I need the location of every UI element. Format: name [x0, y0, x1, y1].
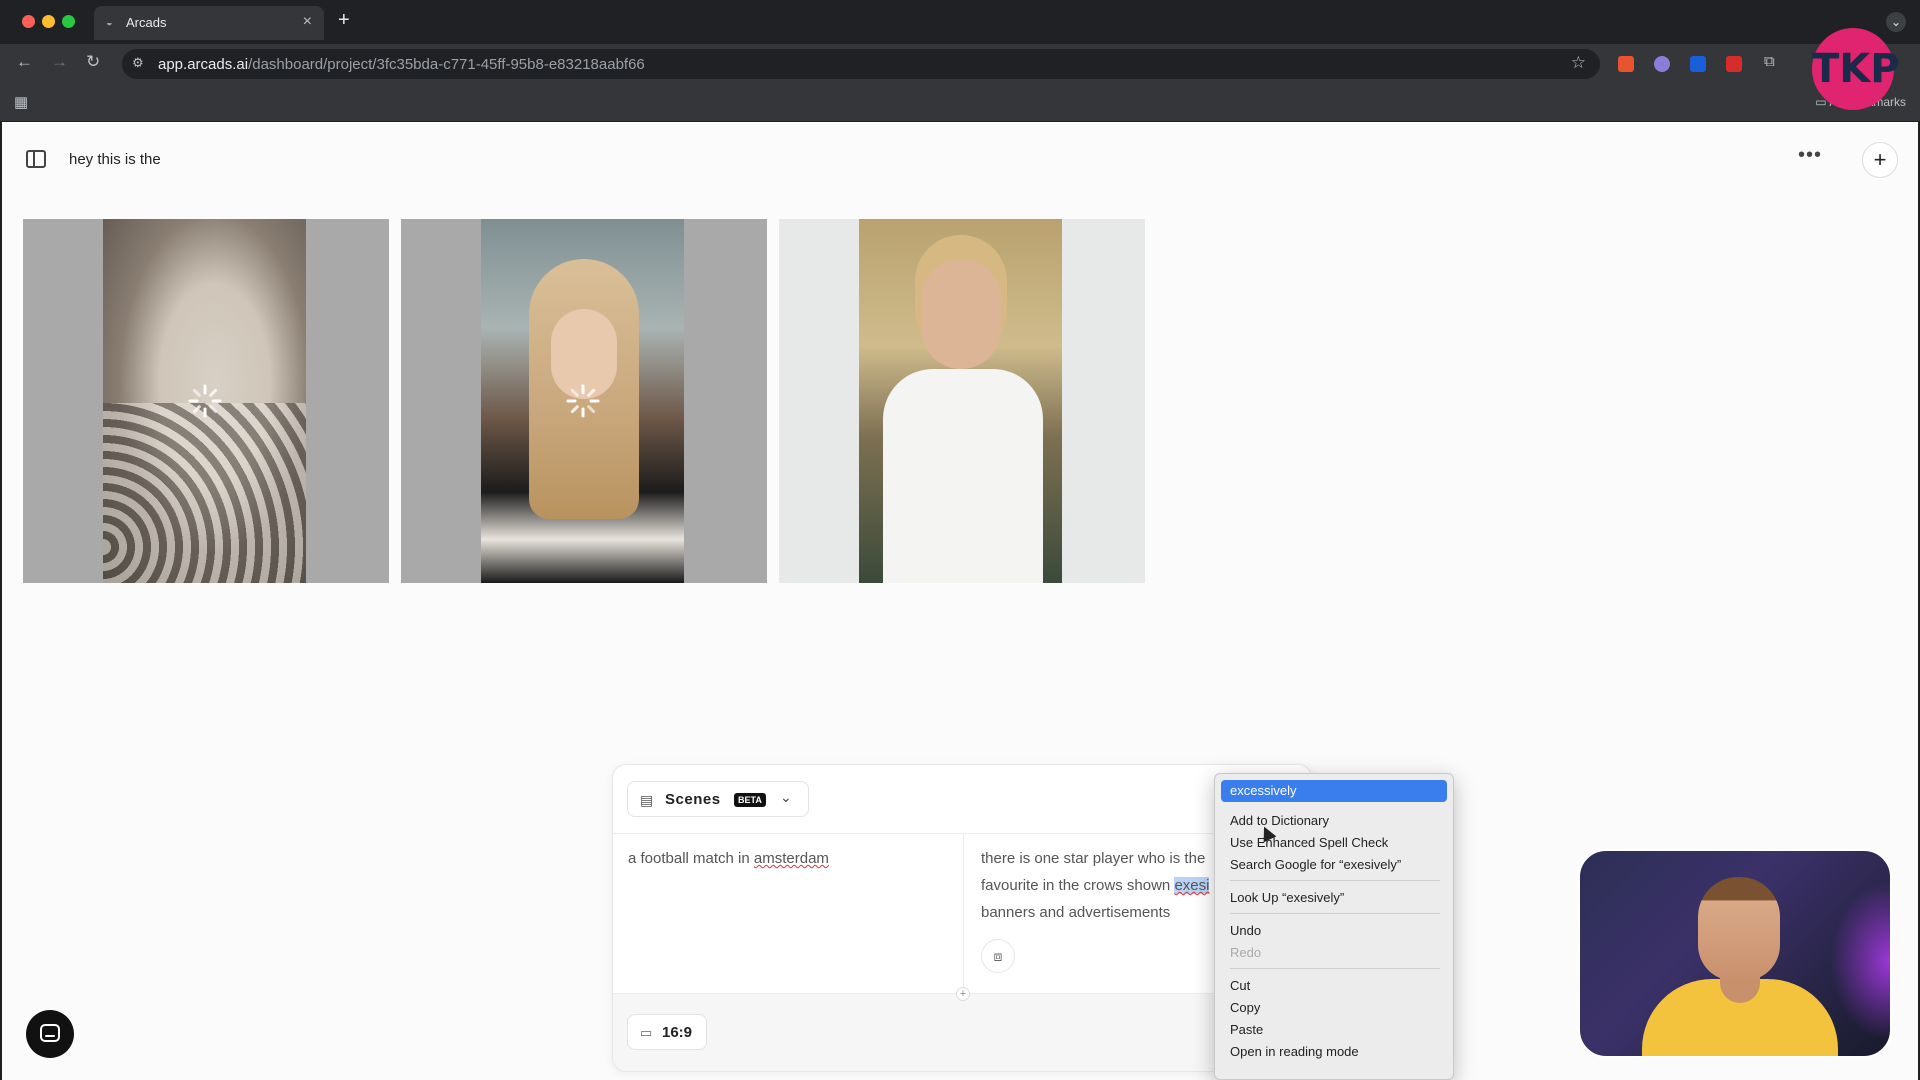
tab-close-button[interactable]: ×	[303, 13, 312, 31]
scene-1-textarea[interactable]: a football match in amsterdam	[628, 845, 948, 872]
aspect-ratio-label: 16:9	[662, 1024, 693, 1041]
context-menu: excessively Add to Dictionary Use Enhanc…	[1214, 773, 1454, 1080]
maximize-window-button[interactable]	[62, 15, 75, 28]
tab-title: Arcads	[126, 15, 167, 30]
webcam-person-head	[1698, 877, 1780, 981]
scenes-label: Scenes	[665, 791, 721, 808]
tab-favicon-icon: ◒	[106, 17, 113, 29]
extensions-puzzle-icon[interactable]: ⧉	[1764, 53, 1775, 70]
menu-separator	[1230, 968, 1440, 969]
scenes-dropdown[interactable]: ▤ Scenes BETA ⌄	[627, 781, 809, 817]
video-card-girl[interactable]	[401, 219, 767, 583]
webcam-light	[1830, 881, 1890, 1041]
video-thumbnail	[859, 219, 1062, 583]
extension-icon-2[interactable]	[1654, 56, 1670, 72]
url-text[interactable]: app.arcads.ai/dashboard/project/3fc35bda…	[158, 56, 645, 73]
more-options-button[interactable]: •••	[1798, 144, 1822, 167]
menu-item-cut[interactable]: Cut	[1230, 976, 1440, 996]
video-card-dog[interactable]	[23, 219, 389, 583]
back-icon[interactable]: ←	[16, 52, 33, 72]
loading-spinner-icon	[188, 384, 222, 418]
add-media-icon[interactable]: ⧈	[981, 939, 1015, 973]
menu-item-reading-mode[interactable]: Open in reading mode	[1230, 1042, 1440, 1062]
extension-icon-1[interactable]	[1618, 56, 1634, 72]
profile-avatar[interactable]: TKP	[1812, 28, 1900, 110]
browser-tab-bar: ◒ Arcads × + ⌄	[0, 0, 1920, 44]
close-window-button[interactable]	[22, 15, 35, 28]
project-title[interactable]: hey this is the	[69, 151, 161, 168]
scenes-editor: ▤ Scenes BETA ⌄ a football match in amst…	[612, 764, 1312, 1072]
menu-item-redo: Redo	[1230, 945, 1262, 960]
chat-launcher-button[interactable]	[26, 1010, 74, 1058]
new-tab-button[interactable]: +	[338, 9, 350, 32]
menu-item-look-up[interactable]: Look Up “exesively”	[1230, 888, 1440, 908]
menu-item-paste[interactable]: Paste	[1230, 1020, 1440, 1040]
menu-item-search-google[interactable]: Search Google for “exesively”	[1230, 855, 1440, 875]
beta-badge: BETA	[734, 793, 766, 807]
menu-item-undo[interactable]: Undo	[1230, 921, 1440, 941]
scenes-footer: + ▭ 16:9	[613, 987, 1311, 1071]
menu-separator	[1230, 880, 1440, 881]
menu-separator	[1230, 913, 1440, 914]
clapperboard-icon: ▤	[640, 792, 654, 808]
add-scene-button[interactable]: +	[956, 987, 970, 1001]
chat-bubble-icon	[40, 1024, 60, 1042]
tab-search-button[interactable]: ⌄	[1886, 12, 1906, 32]
webcam-overlay	[1578, 849, 1892, 1058]
reload-icon[interactable]: ↻	[86, 52, 100, 72]
chevron-down-icon: ⌄	[780, 789, 792, 805]
aspect-ratio-icon: ▭	[640, 1025, 653, 1040]
add-button[interactable]: +	[1862, 142, 1898, 178]
forward-icon[interactable]: →	[51, 52, 68, 72]
minimize-window-button[interactable]	[42, 15, 55, 28]
loading-spinner-icon	[566, 384, 600, 418]
divider	[963, 833, 964, 993]
extension-icon-4[interactable]	[1726, 56, 1742, 72]
browser-toolbar: ← → ↻ ⚙ app.arcads.ai/dashboard/project/…	[0, 44, 1920, 84]
site-settings-icon[interactable]: ⚙	[132, 55, 144, 71]
apps-grid-icon[interactable]: ▦	[14, 93, 28, 111]
extension-icon-3[interactable]	[1690, 56, 1706, 72]
video-card-doctor[interactable]	[779, 219, 1145, 583]
aspect-ratio-button[interactable]: ▭ 16:9	[627, 1014, 707, 1050]
browser-tab[interactable]: ◒ Arcads ×	[94, 6, 324, 40]
menu-item-suggestion[interactable]: excessively	[1221, 780, 1447, 802]
address-bar[interactable]: ⚙ app.arcads.ai/dashboard/project/3fc35b…	[122, 49, 1600, 79]
sidebar-toggle-icon[interactable]	[26, 150, 46, 168]
menu-item-copy[interactable]: Copy	[1230, 998, 1440, 1018]
bookmarks-bar: ▦ ▭ All Bookmarks	[0, 84, 1920, 122]
bookmark-star-icon[interactable]: ☆	[1571, 53, 1586, 73]
selected-misspelled-word: exesi	[1174, 877, 1210, 894]
